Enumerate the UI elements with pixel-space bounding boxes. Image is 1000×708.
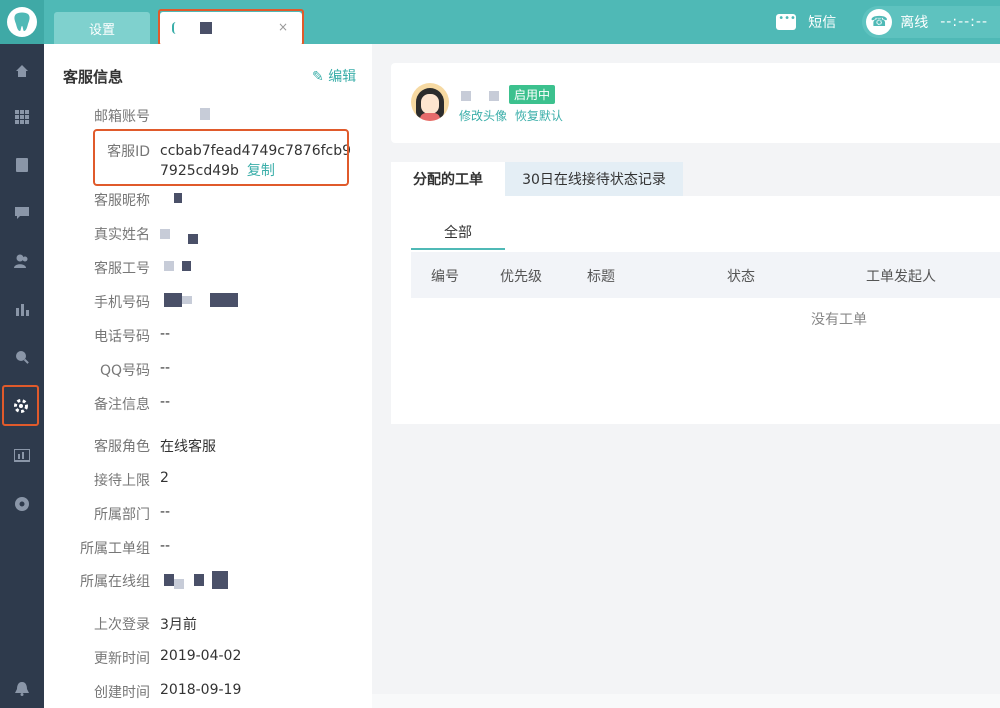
tab-settings[interactable]: 设置	[54, 12, 150, 44]
tab-agent-detail[interactable]: ×	[160, 12, 302, 44]
avatar-body	[420, 113, 440, 121]
phone-icon: ☎	[866, 9, 893, 35]
agent-info-panel: 客服信息 ✎ 编辑 邮箱账号 客服ID ccbab7fead4749c7876f…	[44, 44, 372, 708]
document-icon[interactable]	[0, 148, 44, 182]
field-label: 电话号码	[94, 329, 150, 345]
column-header-status[interactable]: 状态	[727, 266, 755, 286]
subtab-all[interactable]: 全部	[411, 222, 505, 250]
search-stats-icon[interactable]	[0, 340, 44, 374]
column-header-title[interactable]: 标题	[587, 266, 615, 286]
field-label: 所属在线组	[80, 574, 150, 590]
status-label: 离线	[900, 15, 929, 31]
stats-icon[interactable]	[0, 292, 44, 326]
gear-icon[interactable]	[2, 385, 39, 426]
field-label: 所属部门	[94, 507, 150, 523]
field-value: 2019-04-02	[160, 648, 242, 664]
field-label: 客服工号	[94, 261, 150, 277]
empty-state: 没有工单	[811, 312, 867, 328]
edit-button[interactable]: ✎ 编辑	[312, 66, 356, 86]
field-label: 手机号码	[94, 295, 150, 311]
pencil-icon: ✎	[312, 69, 324, 85]
tooth-icon	[7, 7, 37, 37]
close-tab-icon[interactable]: ×	[278, 20, 288, 34]
field-value: 在线客服	[160, 439, 216, 455]
main-tabs: 分配的工单 30日在线接待状态记录	[391, 162, 683, 196]
restore-default-link[interactable]: 恢复默认	[515, 109, 563, 123]
message-icon	[776, 13, 797, 30]
avatar-face	[421, 94, 439, 114]
change-avatar-link[interactable]: 修改头像	[459, 109, 507, 123]
bottom-strip	[372, 694, 1000, 708]
field-value: --	[160, 326, 171, 342]
top-right-area: 短信 ☎ 离线 --:--:--	[776, 0, 1000, 44]
report-icon[interactable]	[0, 439, 44, 473]
tab-agent-name-redacted	[200, 22, 212, 34]
avatar-actions: 修改头像 恢复默认	[459, 107, 567, 124]
agent-name-redacted	[461, 88, 500, 103]
tickets-card: 全部 编号 优先级 标题 状态 工单发起人 没有工单	[391, 196, 1000, 424]
field-label: 上次登录	[94, 617, 150, 633]
users-icon[interactable]	[0, 244, 44, 278]
field-label: 更新时间	[94, 651, 150, 667]
field-value-redacted	[160, 571, 228, 589]
agent-id-highlight-box	[93, 129, 349, 186]
tab-assigned-tickets[interactable]: 分配的工单	[391, 162, 505, 196]
tab-agent-icon	[172, 22, 180, 34]
sms-label: 短信	[808, 15, 837, 31]
field-value: --	[160, 504, 171, 520]
column-header-number[interactable]: 编号	[431, 266, 459, 286]
field-label: 所属工单组	[80, 541, 150, 557]
sms-button[interactable]: 短信	[776, 12, 836, 32]
field-value: --	[160, 394, 171, 410]
home-icon[interactable]	[0, 54, 44, 88]
column-header-initiator[interactable]: 工单发起人	[866, 266, 936, 286]
field-label: 邮箱账号	[94, 109, 150, 125]
field-label: 备注信息	[94, 397, 150, 413]
field-value: --	[160, 538, 171, 554]
field-label: 创建时间	[94, 685, 150, 701]
table-header: 编号 优先级 标题 状态 工单发起人	[411, 252, 1000, 298]
field-label: 客服昵称	[94, 193, 150, 209]
field-value: 2018-09-19	[160, 682, 242, 698]
column-header-priority[interactable]: 优先级	[500, 266, 542, 286]
field-value-redacted	[160, 258, 191, 274]
grid-icon[interactable]	[0, 100, 44, 134]
field-value-redacted	[160, 224, 198, 244]
top-bar: 设置 × 短信 ☎ 离线 --:--:--	[0, 0, 1000, 46]
bell-icon[interactable]	[0, 672, 44, 706]
field-label: QQ号码	[99, 363, 150, 379]
field-label: 真实姓名	[94, 227, 150, 243]
field-value-redacted	[160, 292, 238, 308]
field-value-redacted	[160, 106, 210, 122]
field-value: --	[160, 360, 171, 376]
status-timer: --:--:--	[940, 14, 988, 30]
chat-icon[interactable]	[0, 196, 44, 230]
field-value: 3月前	[160, 617, 197, 633]
panel-title: 客服信息	[63, 68, 124, 86]
agent-status[interactable]: ☎ 离线 --:--:--	[862, 6, 1000, 38]
profile-card: 启用中 修改头像 恢复默认	[391, 63, 1000, 143]
field-value-redacted	[160, 190, 182, 206]
tab-online-status-log[interactable]: 30日在线接待状态记录	[505, 162, 683, 196]
edit-label: 编辑	[328, 69, 357, 85]
target-icon[interactable]	[0, 487, 44, 521]
field-value: 2	[160, 470, 169, 486]
field-label: 客服角色	[94, 439, 150, 455]
avatar[interactable]	[411, 83, 449, 121]
app-logo[interactable]	[0, 0, 44, 44]
status-badge: 启用中	[509, 85, 556, 104]
field-label: 接待上限	[94, 473, 150, 489]
side-nav	[0, 44, 44, 708]
